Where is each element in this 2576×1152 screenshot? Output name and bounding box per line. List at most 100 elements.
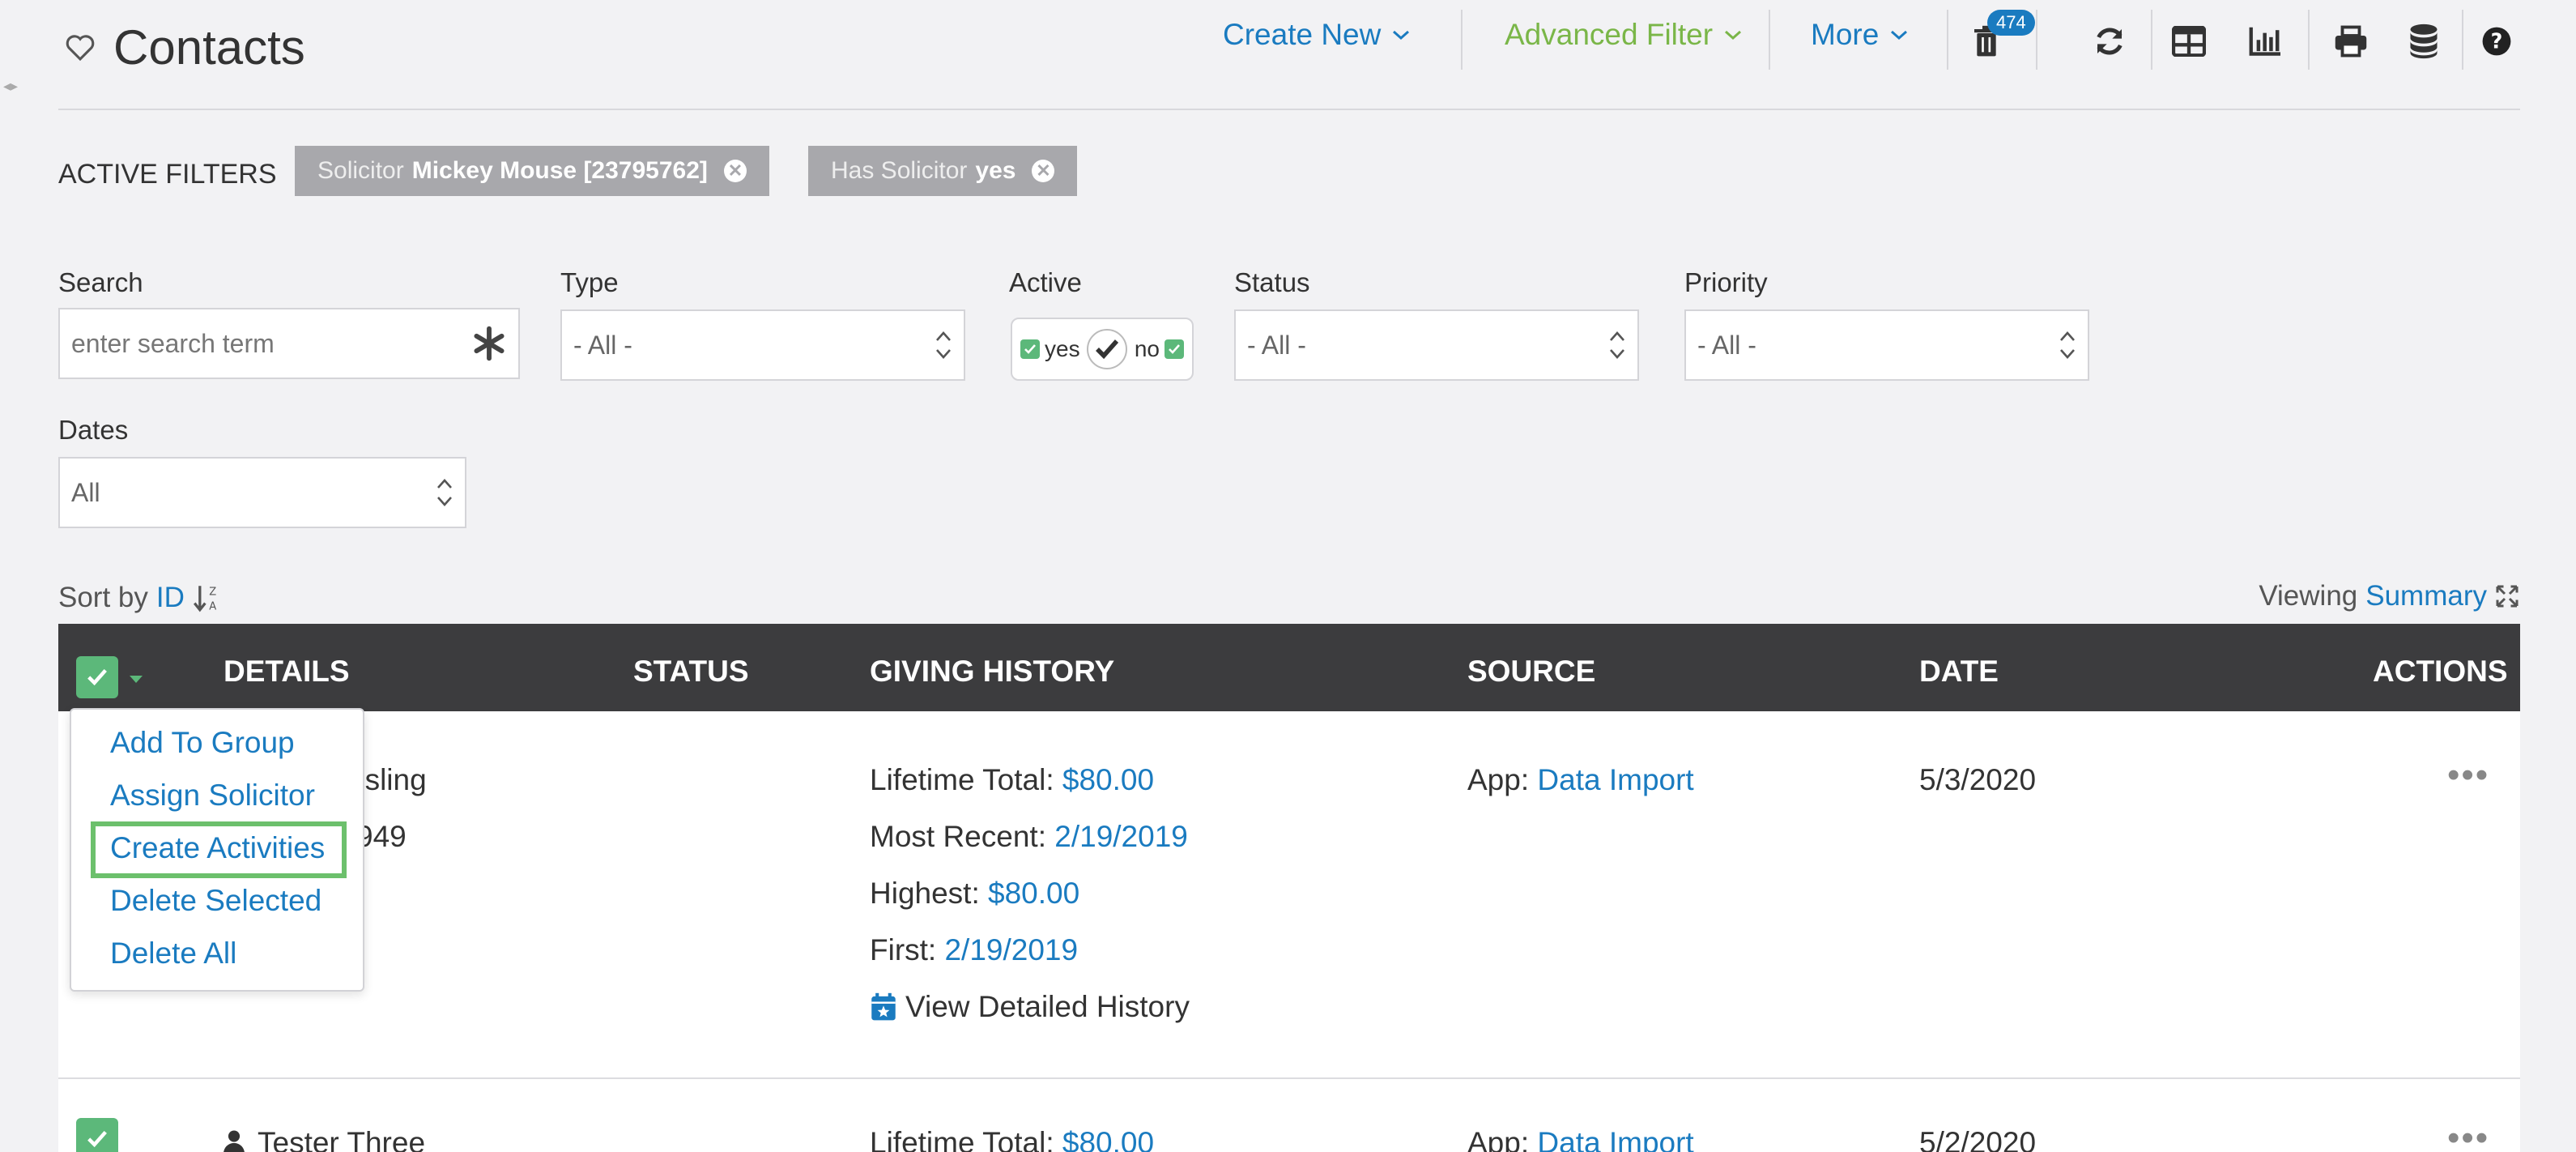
calendar-star-icon [870, 992, 897, 1022]
view-detailed-history-link[interactable]: View Detailed History [870, 990, 1190, 1024]
type-value: - All - [573, 330, 632, 360]
favorite-heart-icon[interactable] [65, 34, 96, 62]
view-mode-control: Viewing Summary [2259, 580, 2519, 612]
lifetime-total: Lifetime Total: $80.00 [870, 763, 1154, 797]
status-value: - All - [1247, 330, 1306, 360]
type-select[interactable]: - All - [560, 309, 965, 381]
source-link[interactable]: Data Import [1537, 1126, 1693, 1152]
filter-chip-has-solicitor: Has Solicitor yes ✕ [808, 146, 1078, 196]
advanced-filter-label: Advanced Filter [1505, 18, 1714, 51]
active-filters-label: ACTIVE FILTERS [58, 159, 277, 190]
header-divider [1947, 10, 1948, 70]
dates-select[interactable]: All [58, 457, 466, 528]
table-row [58, 711, 2520, 1077]
chip-value: Mickey Mouse [23795762] [411, 157, 708, 184]
header-divider [2308, 10, 2310, 70]
toggle-knob-check-icon [1087, 329, 1128, 369]
active-yes-label: yes [1045, 336, 1080, 361]
dates-label: Dates [58, 415, 129, 445]
column-header-source: SOURCE [1467, 655, 1596, 688]
priority-value: - All - [1697, 330, 1756, 360]
header-divider [2151, 10, 2152, 70]
menu-item-delete-all[interactable]: Delete All [110, 937, 236, 971]
active-toggle[interactable]: yes no [1011, 318, 1194, 381]
remove-filter-icon[interactable]: ✕ [1032, 160, 1055, 182]
create-new-menu[interactable]: Create New [1223, 18, 1410, 52]
create-new-label: Create New [1223, 18, 1382, 51]
select-arrows-icon [2059, 329, 2076, 361]
select-arrows-icon [1608, 329, 1626, 361]
select-arrows-icon [436, 476, 453, 509]
date-link[interactable]: 5/2/2020 [1919, 1126, 2036, 1152]
active-no-option[interactable]: no [1135, 336, 1184, 362]
row-actions-ellipsis-icon[interactable]: ••• [2447, 1118, 2489, 1152]
table-header [58, 624, 2520, 711]
filter-chip-solicitor: Solicitor Mickey Mouse [23795762] ✕ [295, 146, 769, 196]
source-label: App: [1467, 763, 1530, 796]
more-label: More [1811, 18, 1880, 51]
remove-filter-icon[interactable]: ✕ [723, 160, 747, 182]
expand-icon[interactable] [2495, 584, 2519, 608]
help-icon[interactable]: ? [2478, 23, 2515, 60]
active-label: Active [1009, 267, 1082, 297]
chip-key: Has Solicitor [831, 157, 968, 184]
header-divider [1769, 10, 1770, 70]
header-divider [1461, 10, 1463, 70]
search-label: Search [58, 267, 143, 297]
sort-field-link[interactable]: ID [156, 582, 185, 614]
menu-item-assign-solicitor[interactable]: Assign Solicitor [110, 779, 315, 813]
more-menu[interactable]: More [1811, 18, 1908, 52]
first-value[interactable]: 2/19/2019 [944, 933, 1078, 966]
sidebar-toggle[interactable]: ◂▸ [3, 78, 18, 95]
source-cell: App: Data Import [1467, 1126, 1694, 1152]
chevron-down-icon [1890, 29, 1908, 41]
highest-label: Highest: [870, 877, 980, 910]
column-header-date: DATE [1919, 655, 1999, 688]
lifetime-total-value[interactable]: $80.00 [1062, 1126, 1154, 1152]
row-actions-ellipsis-icon[interactable]: ••• [2447, 755, 2489, 796]
status-select[interactable]: - All - [1234, 309, 1639, 381]
chevron-down-icon [1392, 29, 1410, 41]
search-placeholder: enter search term [71, 328, 275, 358]
viewing-label: Viewing [2259, 580, 2358, 612]
database-icon[interactable] [2405, 23, 2442, 60]
priority-select[interactable]: - All - [1684, 309, 2089, 381]
sort-direction-icon[interactable]: ZA [193, 583, 220, 612]
row-checkbox[interactable] [76, 1118, 118, 1152]
contact-name-link[interactable]: Tester Three [258, 1126, 425, 1152]
active-yes-option[interactable]: yes [1020, 336, 1080, 362]
print-icon[interactable] [2332, 23, 2369, 60]
viewing-mode-link[interactable]: Summary [2365, 580, 2487, 612]
first-label: First: [870, 933, 937, 966]
select-all-checkbox[interactable] [76, 656, 118, 698]
svg-text:A: A [209, 601, 216, 612]
date-link[interactable]: 5/3/2020 [1919, 763, 2036, 797]
chip-value: yes [975, 157, 1016, 184]
source-link[interactable]: Data Import [1537, 763, 1693, 796]
lifetime-total: Lifetime Total: $80.00 [870, 1126, 1154, 1152]
bulk-actions-caret-icon[interactable] [128, 674, 144, 685]
bar-chart-icon[interactable] [2246, 23, 2284, 60]
priority-label: Priority [1684, 267, 1768, 297]
menu-item-create-activities[interactable]: Create Activities [110, 831, 325, 865]
refresh-icon[interactable] [2091, 23, 2128, 60]
check-icon [1020, 339, 1040, 359]
header-divider [2036, 10, 2037, 70]
header-divider [2462, 10, 2463, 70]
search-input[interactable]: enter search term [58, 308, 520, 379]
table-view-icon[interactable] [2170, 23, 2208, 60]
advanced-filter-menu[interactable]: Advanced Filter [1505, 18, 1742, 52]
menu-item-delete-selected[interactable]: Delete Selected [110, 884, 321, 918]
highest-value[interactable]: $80.00 [988, 877, 1079, 910]
most-recent-label: Most Recent: [870, 820, 1046, 853]
svg-text:?: ? [2491, 29, 2503, 53]
lifetime-total-value[interactable]: $80.00 [1062, 763, 1154, 796]
sort-label: Sort by [58, 582, 148, 613]
trash-count-badge: 474 [1987, 10, 2035, 36]
most-recent-value[interactable]: 2/19/2019 [1054, 820, 1188, 853]
menu-item-add-to-group[interactable]: Add To Group [110, 726, 295, 760]
lifetime-total-label: Lifetime Total: [870, 763, 1054, 796]
active-no-label: no [1134, 336, 1160, 361]
header-rule [58, 109, 2520, 110]
lifetime-total-label: Lifetime Total: [870, 1126, 1054, 1152]
